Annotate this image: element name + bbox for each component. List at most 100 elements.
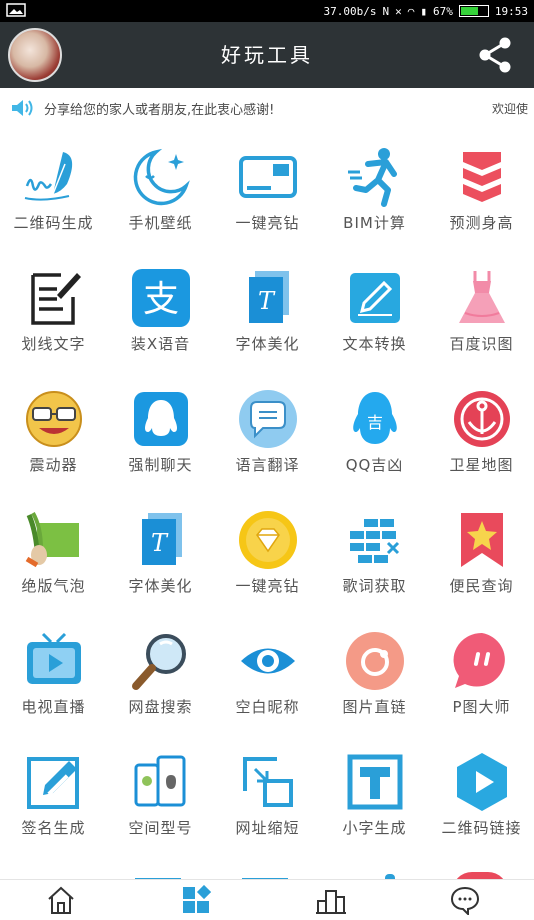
image-notification-icon <box>6 3 26 17</box>
qq-luck-icon: 吉 <box>352 392 397 444</box>
tool-item[interactable]: 小字生成 <box>321 733 428 854</box>
edit-icon <box>26 757 79 809</box>
tool-item[interactable]: 签名生成 <box>0 733 107 854</box>
podium-icon[interactable] <box>316 885 346 915</box>
chevron-stack-icon <box>462 152 501 202</box>
svg-text:T: T <box>150 529 168 557</box>
tv-icon <box>26 632 81 684</box>
battery-fill <box>460 7 478 15</box>
tool-label: 划线文字 <box>21 335 86 353</box>
tool-item[interactable]: T 字体美化 <box>107 491 214 612</box>
mute-icon: ✕ <box>395 4 402 18</box>
battery-percent: 67% <box>433 4 453 18</box>
bubble-leek-icon <box>25 512 79 568</box>
running-man-icon <box>347 148 397 207</box>
tool-label: 文本转换 <box>342 335 407 353</box>
tool-item[interactable]: 文本转换 <box>321 249 428 370</box>
tool-item[interactable]: 空间型号 <box>107 733 214 854</box>
star-bookmark-icon <box>460 513 503 567</box>
tool-item[interactable]: 支 装X语音 <box>107 249 214 370</box>
svg-text:吉: 吉 <box>366 413 382 432</box>
home-icon[interactable] <box>46 885 76 915</box>
diamond-coin-icon <box>238 511 297 569</box>
tool-item[interactable]: 图片直链 <box>321 612 428 733</box>
tool-label: 网址缩短 <box>235 819 300 837</box>
status-bar: 37.00b/s N ✕ ◠ ▮ 67% 19:53 <box>0 0 534 22</box>
bricks-icon <box>349 519 399 563</box>
svg-text:支: 支 <box>142 279 178 320</box>
phones-icon <box>134 755 185 807</box>
feather-sign-icon <box>24 152 72 201</box>
tool-label: 图片直链 <box>342 698 407 716</box>
tool-item[interactable]: T 字体美化 <box>214 249 321 370</box>
tool-item[interactable]: 强制聊天 <box>107 370 214 491</box>
tool-label: 装X语音 <box>130 335 191 353</box>
font-book-icon: T <box>141 513 182 565</box>
tool-label: 空间型号 <box>128 819 193 837</box>
tool-item[interactable]: 绝版气泡 <box>0 491 107 612</box>
message-icon[interactable] <box>450 885 480 915</box>
title-bar: 好玩工具 <box>0 22 534 88</box>
magnifier-icon <box>131 634 186 690</box>
tool-item[interactable]: 一键亮钻 <box>214 491 321 612</box>
tool-item[interactable]: 二维码生成 <box>0 128 107 249</box>
tool-item[interactable]: 震动器 <box>0 370 107 491</box>
anchor-icon <box>453 391 510 447</box>
apps-grid-icon[interactable] <box>181 885 211 915</box>
tool-item[interactable]: 空白昵称 <box>214 612 321 733</box>
share-icon[interactable] <box>476 36 514 74</box>
alipay-icon: 支 <box>131 269 190 327</box>
shrink-icon <box>242 757 293 807</box>
dress-icon <box>458 271 505 323</box>
tool-item[interactable]: 一键亮钻 <box>214 128 321 249</box>
tool-label: 绝版气泡 <box>21 577 86 595</box>
tool-item[interactable]: 二维码链接 <box>428 733 534 854</box>
tool-label: 卫星地图 <box>449 456 514 474</box>
tool-label: 字体美化 <box>235 335 300 353</box>
smiley-glasses-icon <box>25 391 82 447</box>
tool-item[interactable]: 划线文字 <box>0 249 107 370</box>
tool-item[interactable]: 预测身高 <box>428 128 534 249</box>
chat-bubble-icon <box>453 632 505 688</box>
notice-message: 分享给您的家人或者朋友,在此衷心感谢! <box>44 103 275 118</box>
tool-item[interactable]: 网址缩短 <box>214 733 321 854</box>
bottom-tab-bar <box>0 879 534 920</box>
tool-item[interactable]: 吉 QQ吉凶 <box>321 370 428 491</box>
nfc-icon: N <box>382 4 390 18</box>
tool-label: P图大师 <box>452 698 511 716</box>
welcome-text: 欢迎使 <box>491 102 528 116</box>
image-link-icon <box>345 632 404 690</box>
tool-label: 网盘搜索 <box>128 698 193 716</box>
tool-label: 预测身高 <box>449 214 514 232</box>
tool-label: 一键亮钻 <box>235 577 300 595</box>
pencil-square-icon <box>349 273 400 323</box>
tool-item[interactable]: 网盘搜索 <box>107 612 214 733</box>
speech-bubble-icon <box>238 390 297 448</box>
signal-icon: ▮ <box>420 4 427 18</box>
tool-label: 手机壁纸 <box>128 214 193 232</box>
tool-item[interactable]: 手机壁纸 <box>107 128 214 249</box>
note-pen-icon <box>30 273 81 325</box>
tool-label: 语言翻译 <box>235 456 300 474</box>
tool-label: 强制聊天 <box>128 456 193 474</box>
tool-label: 二维码生成 <box>13 214 94 232</box>
tool-item[interactable]: 卫星地图 <box>428 370 534 491</box>
tool-label: 字体美化 <box>128 577 193 595</box>
moon-star-icon <box>133 148 190 206</box>
notice-bar: 分享给您的家人或者朋友,在此衷心感谢! 欢迎使 <box>0 88 534 128</box>
tool-item[interactable]: 百度识图 <box>428 249 534 370</box>
tool-item[interactable]: 电视直播 <box>0 612 107 733</box>
tool-item[interactable]: P图大师 <box>428 612 534 733</box>
tool-label: QQ吉凶 <box>345 456 404 474</box>
tool-label: BIM计算 <box>343 214 406 232</box>
tool-item[interactable]: 语言翻译 <box>214 370 321 491</box>
tool-label: 小字生成 <box>342 819 407 837</box>
wifi-icon: ◠ <box>407 4 415 18</box>
tool-label: 电视直播 <box>21 698 86 716</box>
eye-icon <box>240 648 295 674</box>
tool-label: 百度识图 <box>449 335 514 353</box>
tool-item[interactable]: 便民查询 <box>428 491 534 612</box>
play-hexagon-icon <box>456 753 507 811</box>
tool-item[interactable]: 歌词获取 <box>321 491 428 612</box>
tool-item[interactable]: BIM计算 <box>321 128 428 249</box>
